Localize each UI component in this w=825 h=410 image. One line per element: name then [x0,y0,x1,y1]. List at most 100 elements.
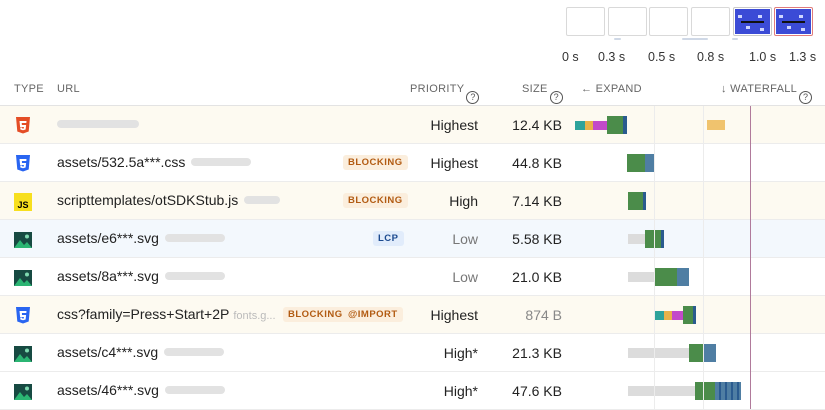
row-priority: Highest [430,307,478,323]
row-url-text: assets/46***.svg [57,382,159,398]
html5-icon [16,117,30,134]
bar-segment [628,234,645,244]
column-type: TYPE [14,83,44,95]
help-icon[interactable]: ? [549,91,563,104]
image-icon [14,346,32,362]
row-url[interactable]: css?family=Press+Start+2P fonts.g... [57,306,276,322]
redacted-url [57,120,139,128]
row-url[interactable]: assets/532.5a***.css [57,154,252,170]
blocking-badge: BLOCKING [343,193,408,208]
bar-segment [645,230,661,248]
bar-segment [627,154,645,172]
column-size-label: SIZE [522,83,548,95]
bar-segment [695,382,715,400]
help-icon[interactable]: ? [799,91,813,104]
import-badge: @IMPORT [343,307,403,322]
row-url[interactable] [57,116,139,132]
svg-text:JS: JS [18,200,29,210]
row-url-text: assets/e6***.svg [57,230,159,246]
redacted-host [164,234,225,242]
row-priority: Highest [430,155,478,171]
bar-segment [628,348,689,358]
row-priority: Highest [430,117,478,133]
row-priority: High* [443,345,478,361]
bar-segment [643,192,646,210]
blocking-badge: BLOCKING [343,155,408,170]
filmstrip-tick [732,38,738,40]
bar-segment [693,306,696,324]
redacted-host [244,196,281,204]
table-row[interactable]: assets/c4***.svg High* 21.3 KB [0,334,825,372]
row-size: 44.8 KB [512,155,562,171]
row-size: 21.0 KB [512,269,562,285]
row-size: 874 B [525,307,562,323]
bar-segment [664,311,672,320]
bar-segment [593,121,607,130]
table-row[interactable]: css?family=Press+Start+2P fonts.g... BLOC… [0,296,825,334]
time-label: 1.3 s [789,50,817,64]
row-priority: High [449,193,478,209]
table-header: TYPE URL PRIORITY? SIZE? ← EXPAND ↓ WATE… [0,75,825,106]
filmstrip-frame[interactable] [691,7,730,36]
css3-icon [16,155,30,172]
bar-segment [661,230,664,248]
help-icon[interactable]: ? [466,91,480,104]
row-url[interactable]: assets/e6***.svg [57,230,225,246]
filmstrip-frame[interactable] [566,7,605,36]
row-url-text: scripttemplates/otSDKStub.js [57,192,239,208]
column-size[interactable]: SIZE? [522,83,563,104]
filmstrip-frame[interactable] [649,7,688,36]
bar-segment [655,311,664,320]
time-label: 0.3 s [598,50,626,64]
lcp-badge: LCP [373,231,404,246]
row-priority: High* [443,383,478,399]
redacted-host [164,386,225,394]
expand-button[interactable]: ← EXPAND [581,83,642,95]
javascript-icon: JS [14,193,32,211]
bar-segment [704,344,716,362]
filmstrip-frame-selected[interactable] [774,7,813,36]
row-url[interactable]: assets/46***.svg [57,382,225,398]
bar-segment [655,268,677,286]
bar-segment [672,311,683,320]
bar-segment [575,121,585,130]
row-url[interactable]: assets/c4***.svg [57,344,225,360]
filmstrip-tick [614,38,621,40]
image-icon [14,270,32,286]
time-label: 0.8 s [697,50,725,64]
filmstrip-frame[interactable] [733,7,772,36]
bar-segment [585,121,593,130]
table-row[interactable]: JS scripttemplates/otSDKStub.js BLOCKING… [0,182,825,220]
time-label: 0.5 s [648,50,676,64]
table-row[interactable]: assets/8a***.svg Low 21.0 KB [0,258,825,296]
bar-segment [715,382,741,400]
bar-segment [628,272,655,282]
filmstrip-frame[interactable] [608,7,647,36]
bar-segment [689,344,704,362]
table-row[interactable]: assets/e6***.svg LCP Low 5.58 KB [0,220,825,258]
row-url-text: css?family=Press+Start+2P [57,306,230,322]
table-row[interactable]: assets/46***.svg High* 47.6 KB [0,372,825,410]
bar-segment [628,386,695,396]
redacted-host [191,158,252,166]
row-url[interactable]: assets/8a***.svg [57,268,225,284]
bar-segment [707,120,725,130]
row-host: fonts.g... [233,310,276,322]
bar-segment [677,268,689,286]
table-row[interactable]: assets/532.5a***.css BLOCKING Highest 44… [0,144,825,182]
column-url: URL [57,83,80,95]
image-icon [14,384,32,400]
column-waterfall[interactable]: ↓ WATERFALL? [721,83,813,104]
css3-icon [16,307,30,324]
column-waterfall-label: WATERFALL [730,83,798,95]
expand-label: EXPAND [595,83,642,95]
row-size: 7.14 KB [512,193,562,209]
column-priority[interactable]: PRIORITY? [410,83,480,104]
row-url[interactable]: scripttemplates/otSDKStub.js [57,192,281,208]
lcp-marker-line [750,106,751,409]
time-label: 1.0 s [749,50,777,64]
table-row[interactable]: Highest 12.4 KB [0,106,825,144]
row-size: 12.4 KB [512,117,562,133]
bar-segment [623,116,627,134]
redacted-host [164,272,225,280]
